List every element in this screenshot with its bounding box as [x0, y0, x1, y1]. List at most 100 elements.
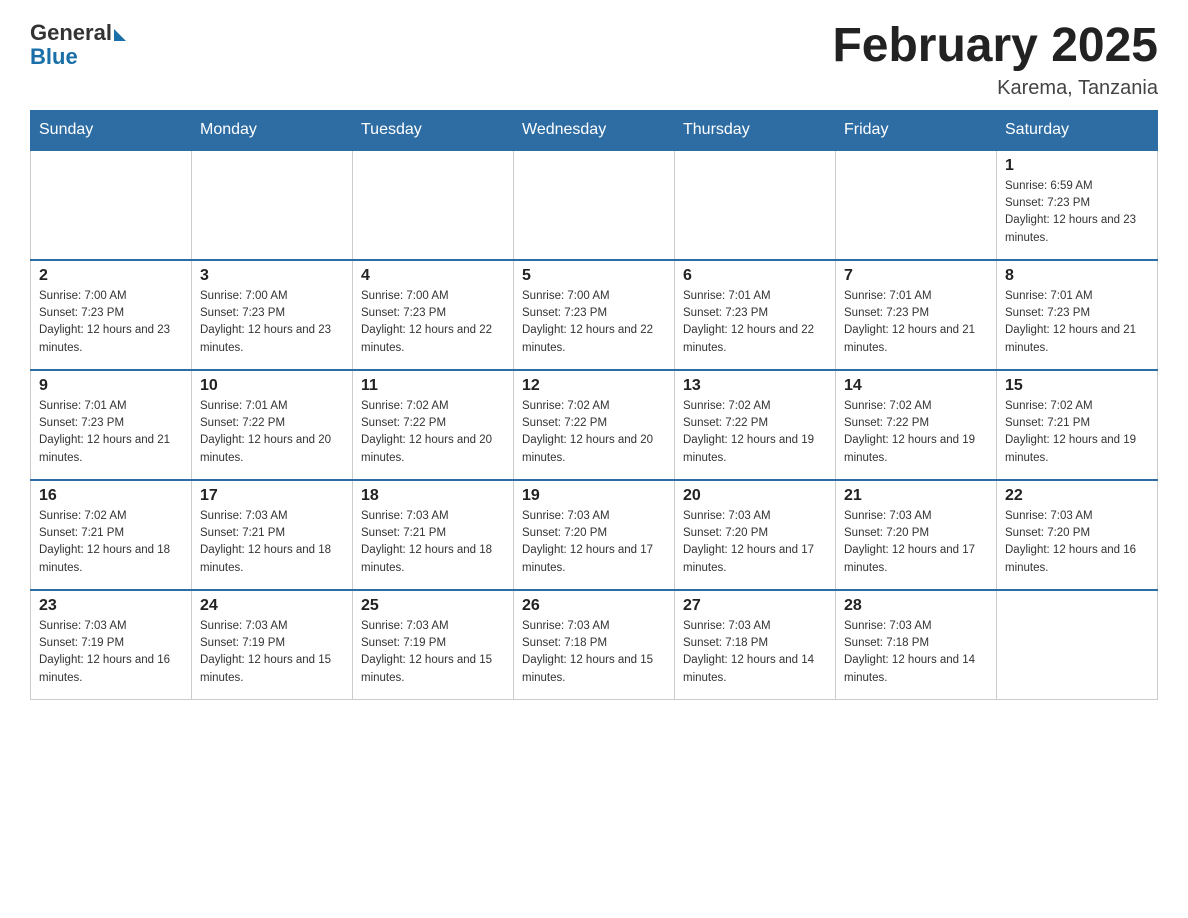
day-info: Sunrise: 7:03 AM Sunset: 7:19 PM Dayligh…	[361, 618, 505, 687]
calendar-table: SundayMondayTuesdayWednesdayThursdayFrid…	[30, 110, 1158, 701]
day-number: 8	[1005, 267, 1149, 285]
weekday-header-thursday: Thursday	[675, 110, 836, 150]
calendar-cell: 13 Sunrise: 7:02 AM Sunset: 7:22 PM Dayli…	[675, 370, 836, 480]
day-number: 27	[683, 597, 827, 615]
day-number: 3	[200, 267, 344, 285]
day-info: Sunrise: 7:03 AM Sunset: 7:19 PM Dayligh…	[200, 618, 344, 687]
day-info: Sunrise: 7:02 AM Sunset: 7:22 PM Dayligh…	[361, 398, 505, 467]
calendar-cell: 14 Sunrise: 7:02 AM Sunset: 7:22 PM Dayli…	[836, 370, 997, 480]
calendar-cell: 5Sunrise: 7:00 AM Sunset: 7:23 PM Daylig…	[514, 260, 675, 370]
day-info: Sunrise: 7:02 AM Sunset: 7:22 PM Dayligh…	[844, 398, 988, 467]
weekday-header-friday: Friday	[836, 110, 997, 150]
calendar-cell: 3 Sunrise: 7:00 AM Sunset: 7:23 PM Daylig…	[192, 260, 353, 370]
logo-general-text: General	[30, 20, 112, 46]
day-number: 12	[522, 377, 666, 395]
day-info: Sunrise: 7:03 AM Sunset: 7:21 PM Dayligh…	[200, 508, 344, 577]
calendar-cell: 23Sunrise: 7:03 AM Sunset: 7:19 PM Dayli…	[31, 590, 192, 700]
calendar-cell: 25 Sunrise: 7:03 AM Sunset: 7:19 PM Dayli…	[353, 590, 514, 700]
weekday-header-wednesday: Wednesday	[514, 110, 675, 150]
logo-arrow-icon	[114, 29, 126, 41]
calendar-cell: 28 Sunrise: 7:03 AM Sunset: 7:18 PM Dayli…	[836, 590, 997, 700]
day-info: Sunrise: 7:00 AM Sunset: 7:23 PM Dayligh…	[200, 288, 344, 357]
day-number: 5	[522, 267, 666, 285]
calendar-cell: 26 Sunrise: 7:03 AM Sunset: 7:18 PM Dayli…	[514, 590, 675, 700]
calendar-cell: 9 Sunrise: 7:01 AM Sunset: 7:23 PM Daylig…	[31, 370, 192, 480]
page-header: General Blue February 2025 Karema, Tanza…	[30, 20, 1158, 100]
day-info: Sunrise: 7:01 AM Sunset: 7:23 PM Dayligh…	[1005, 288, 1149, 357]
calendar-cell: 11 Sunrise: 7:02 AM Sunset: 7:22 PM Dayli…	[353, 370, 514, 480]
day-number: 13	[683, 377, 827, 395]
calendar-cell: 20 Sunrise: 7:03 AM Sunset: 7:20 PM Dayli…	[675, 480, 836, 590]
day-info: Sunrise: 7:02 AM Sunset: 7:22 PM Dayligh…	[683, 398, 827, 467]
day-info: Sunrise: 7:01 AM Sunset: 7:23 PM Dayligh…	[844, 288, 988, 357]
calendar-cell: 24 Sunrise: 7:03 AM Sunset: 7:19 PM Dayli…	[192, 590, 353, 700]
day-info: Sunrise: 7:02 AM Sunset: 7:21 PM Dayligh…	[1005, 398, 1149, 467]
calendar-week-row: 16 Sunrise: 7:02 AM Sunset: 7:21 PM Dayli…	[31, 480, 1158, 590]
weekday-header-tuesday: Tuesday	[353, 110, 514, 150]
day-number: 24	[200, 597, 344, 615]
calendar-cell	[353, 150, 514, 260]
day-info: Sunrise: 7:00 AM Sunset: 7:23 PM Dayligh…	[39, 288, 183, 357]
day-info: Sunrise: 7:01 AM Sunset: 7:23 PM Dayligh…	[683, 288, 827, 357]
weekday-header-saturday: Saturday	[997, 110, 1158, 150]
day-info: Sunrise: 7:03 AM Sunset: 7:18 PM Dayligh…	[844, 618, 988, 687]
day-info: Sunrise: 7:03 AM Sunset: 7:19 PM Dayligh…	[39, 618, 183, 687]
calendar-header-row: SundayMondayTuesdayWednesdayThursdayFrid…	[31, 110, 1158, 150]
day-number: 15	[1005, 377, 1149, 395]
calendar-cell: 15 Sunrise: 7:02 AM Sunset: 7:21 PM Dayli…	[997, 370, 1158, 480]
calendar-week-row: 9 Sunrise: 7:01 AM Sunset: 7:23 PM Daylig…	[31, 370, 1158, 480]
calendar-cell: 4 Sunrise: 7:00 AM Sunset: 7:23 PM Daylig…	[353, 260, 514, 370]
day-number: 10	[200, 377, 344, 395]
day-number: 14	[844, 377, 988, 395]
day-number: 28	[844, 597, 988, 615]
calendar-cell: 1Sunrise: 6:59 AM Sunset: 7:23 PM Daylig…	[997, 150, 1158, 260]
calendar-cell	[836, 150, 997, 260]
calendar-cell	[675, 150, 836, 260]
day-info: Sunrise: 7:03 AM Sunset: 7:20 PM Dayligh…	[522, 508, 666, 577]
day-info: Sunrise: 7:03 AM Sunset: 7:21 PM Dayligh…	[361, 508, 505, 577]
day-info: Sunrise: 7:01 AM Sunset: 7:23 PM Dayligh…	[39, 398, 183, 467]
day-info: Sunrise: 6:59 AM Sunset: 7:23 PM Dayligh…	[1005, 178, 1149, 247]
day-number: 26	[522, 597, 666, 615]
day-number: 22	[1005, 487, 1149, 505]
day-number: 11	[361, 377, 505, 395]
calendar-cell	[192, 150, 353, 260]
calendar-cell: 6 Sunrise: 7:01 AM Sunset: 7:23 PM Daylig…	[675, 260, 836, 370]
day-number: 16	[39, 487, 183, 505]
day-number: 9	[39, 377, 183, 395]
calendar-cell: 21Sunrise: 7:03 AM Sunset: 7:20 PM Dayli…	[836, 480, 997, 590]
day-info: Sunrise: 7:02 AM Sunset: 7:21 PM Dayligh…	[39, 508, 183, 577]
calendar-cell: 7 Sunrise: 7:01 AM Sunset: 7:23 PM Daylig…	[836, 260, 997, 370]
calendar-cell: 18Sunrise: 7:03 AM Sunset: 7:21 PM Dayli…	[353, 480, 514, 590]
calendar-cell: 8 Sunrise: 7:01 AM Sunset: 7:23 PM Daylig…	[997, 260, 1158, 370]
calendar-cell: 27 Sunrise: 7:03 AM Sunset: 7:18 PM Dayli…	[675, 590, 836, 700]
logo-blue-text: Blue	[30, 44, 78, 70]
day-info: Sunrise: 7:03 AM Sunset: 7:18 PM Dayligh…	[683, 618, 827, 687]
day-info: Sunrise: 7:03 AM Sunset: 7:20 PM Dayligh…	[844, 508, 988, 577]
calendar-week-row: 23Sunrise: 7:03 AM Sunset: 7:19 PM Dayli…	[31, 590, 1158, 700]
day-number: 6	[683, 267, 827, 285]
day-number: 2	[39, 267, 183, 285]
day-info: Sunrise: 7:00 AM Sunset: 7:23 PM Dayligh…	[361, 288, 505, 357]
calendar-cell	[997, 590, 1158, 700]
day-number: 7	[844, 267, 988, 285]
day-number: 4	[361, 267, 505, 285]
day-info: Sunrise: 7:02 AM Sunset: 7:22 PM Dayligh…	[522, 398, 666, 467]
weekday-header-monday: Monday	[192, 110, 353, 150]
calendar-week-row: 1Sunrise: 6:59 AM Sunset: 7:23 PM Daylig…	[31, 150, 1158, 260]
day-info: Sunrise: 7:03 AM Sunset: 7:20 PM Dayligh…	[683, 508, 827, 577]
day-info: Sunrise: 7:01 AM Sunset: 7:22 PM Dayligh…	[200, 398, 344, 467]
calendar-cell: 10 Sunrise: 7:01 AM Sunset: 7:22 PM Dayli…	[192, 370, 353, 480]
month-title: February 2025	[832, 20, 1158, 73]
day-info: Sunrise: 7:03 AM Sunset: 7:20 PM Dayligh…	[1005, 508, 1149, 577]
day-info: Sunrise: 7:03 AM Sunset: 7:18 PM Dayligh…	[522, 618, 666, 687]
day-number: 20	[683, 487, 827, 505]
calendar-cell: 16 Sunrise: 7:02 AM Sunset: 7:21 PM Dayli…	[31, 480, 192, 590]
weekday-header-sunday: Sunday	[31, 110, 192, 150]
location-text: Karema, Tanzania	[832, 77, 1158, 100]
calendar-cell	[31, 150, 192, 260]
calendar-cell: 2 Sunrise: 7:00 AM Sunset: 7:23 PM Daylig…	[31, 260, 192, 370]
calendar-cell: 12 Sunrise: 7:02 AM Sunset: 7:22 PM Dayli…	[514, 370, 675, 480]
day-number: 25	[361, 597, 505, 615]
logo: General Blue	[30, 20, 126, 70]
